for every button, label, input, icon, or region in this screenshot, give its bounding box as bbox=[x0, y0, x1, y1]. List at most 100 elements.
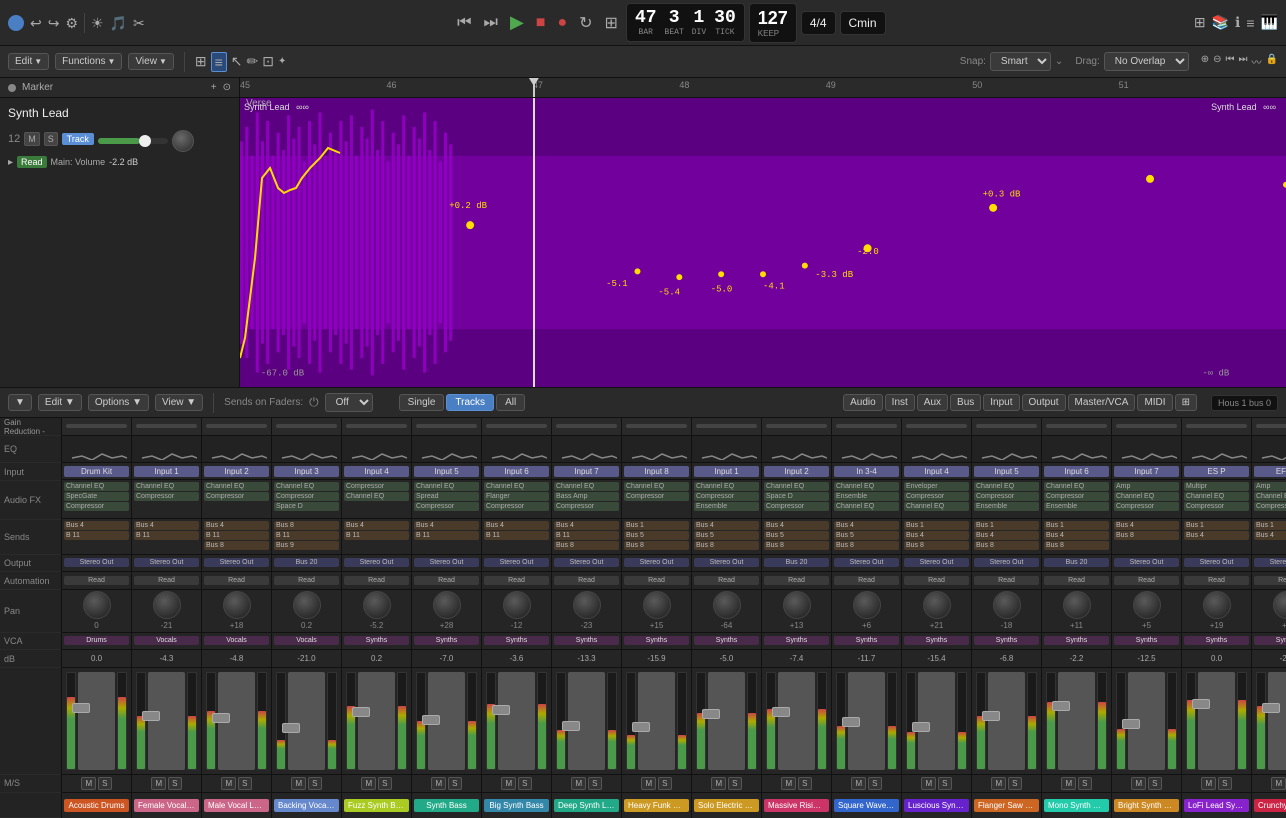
fx-5-1[interactable]: Spread bbox=[414, 492, 479, 501]
grid-icon[interactable]: ⊞ bbox=[195, 53, 207, 70]
fx-14-0[interactable]: Channel EQ bbox=[1044, 482, 1109, 491]
pan-knob-16[interactable] bbox=[1203, 591, 1231, 619]
gain-bar-3[interactable] bbox=[276, 424, 337, 428]
send-13-0[interactable]: Bus 1 bbox=[974, 521, 1039, 530]
pan-knob-17[interactable] bbox=[1273, 591, 1286, 619]
auto-badge-2[interactable]: Read bbox=[204, 576, 269, 585]
fx-16-2[interactable]: Compressor bbox=[1184, 502, 1249, 511]
send-0-0[interactable]: Bus 4 bbox=[64, 521, 129, 530]
gain-bar-9[interactable] bbox=[696, 424, 757, 428]
mute-btn-9[interactable]: M bbox=[711, 777, 726, 790]
send-14-1[interactable]: Bus 4 bbox=[1044, 531, 1109, 540]
send-6-0[interactable]: Bus 4 bbox=[484, 521, 549, 530]
eq-curve-5[interactable] bbox=[417, 438, 477, 460]
send-17-0[interactable]: Bus 1 bbox=[1254, 521, 1286, 530]
fader-thumb-16[interactable] bbox=[1192, 699, 1210, 709]
fx-6-2[interactable]: Compressor bbox=[484, 502, 549, 511]
fader-track[interactable] bbox=[98, 138, 168, 144]
output-badge-4[interactable]: Stereo Out bbox=[344, 558, 409, 567]
tracks-tab[interactable]: Tracks bbox=[446, 394, 494, 411]
fx-9-1[interactable]: Compressor bbox=[694, 492, 759, 501]
mute-btn-11[interactable]: M bbox=[851, 777, 866, 790]
gain-bar-7[interactable] bbox=[556, 424, 617, 428]
gain-bar-6[interactable] bbox=[486, 424, 547, 428]
fader-slider-13[interactable] bbox=[988, 672, 1025, 770]
output-badge-16[interactable]: Stereo Out bbox=[1184, 558, 1249, 567]
edit-menu-btn[interactable]: Edit ▼ bbox=[8, 53, 49, 70]
pan-knob-15[interactable] bbox=[1133, 591, 1161, 619]
track-type-btn[interactable]: Track bbox=[62, 133, 94, 145]
solo-btn-4[interactable]: S bbox=[378, 777, 391, 790]
output-badge-9[interactable]: Stereo Out bbox=[694, 558, 759, 567]
send-15-1[interactable]: Bus 8 bbox=[1114, 531, 1179, 540]
mute-btn-14[interactable]: M bbox=[1061, 777, 1076, 790]
auto-badge-15[interactable]: Read bbox=[1114, 576, 1179, 585]
fx-7-0[interactable]: Channel EQ bbox=[554, 482, 619, 491]
fx-6-0[interactable]: Channel EQ bbox=[484, 482, 549, 491]
fader-slider-7[interactable] bbox=[568, 672, 605, 770]
auto-badge-5[interactable]: Read bbox=[414, 576, 479, 585]
send-3-2[interactable]: Bus 9 bbox=[274, 541, 339, 550]
output-badge-7[interactable]: Stereo Out bbox=[554, 558, 619, 567]
send-6-1[interactable]: B 11 bbox=[484, 531, 549, 540]
fader-slider-10[interactable] bbox=[778, 672, 815, 770]
mixer-view-btn[interactable]: View ▼ bbox=[155, 394, 203, 411]
fx-13-1[interactable]: Compressor bbox=[974, 492, 1039, 501]
gain-bar-14[interactable] bbox=[1046, 424, 1107, 428]
fader-thumb-1[interactable] bbox=[142, 711, 160, 721]
vca-badge-13[interactable]: Synths bbox=[974, 636, 1039, 645]
pan-knob-1[interactable] bbox=[153, 591, 181, 619]
mixer-options-btn[interactable]: Options ▼ bbox=[88, 394, 149, 411]
auto-badge-12[interactable]: Read bbox=[904, 576, 969, 585]
eq-curve-9[interactable] bbox=[697, 438, 757, 460]
fader-thumb-5[interactable] bbox=[422, 715, 440, 725]
flex-icon[interactable]: ✦ bbox=[278, 56, 286, 67]
vca-badge-5[interactable]: Synths bbox=[414, 636, 479, 645]
input-badge-13[interactable]: Input 5 bbox=[974, 466, 1039, 477]
output-badge-14[interactable]: Bus 20 bbox=[1044, 558, 1109, 567]
auto-badge-17[interactable]: Read bbox=[1254, 576, 1286, 585]
gain-bar-8[interactable] bbox=[626, 424, 687, 428]
vca-badge-1[interactable]: Vocals bbox=[134, 636, 199, 645]
input-badge-10[interactable]: Input 2 bbox=[764, 466, 829, 477]
pan-knob-10[interactable] bbox=[783, 591, 811, 619]
eq-curve-3[interactable] bbox=[277, 438, 337, 460]
send-3-1[interactable]: B 11 bbox=[274, 531, 339, 540]
send-3-0[interactable]: Bus 8 bbox=[274, 521, 339, 530]
auto-badge-9[interactable]: Read bbox=[694, 576, 759, 585]
output-badge-3[interactable]: Bus 20 bbox=[274, 558, 339, 567]
fx-3-1[interactable]: Compressor bbox=[274, 492, 339, 501]
fader-slider-1[interactable] bbox=[148, 672, 185, 770]
mixer-collapse-btn[interactable]: ▼ bbox=[8, 394, 32, 411]
fx-4-1[interactable]: Channel EQ bbox=[344, 492, 409, 501]
input-badge-5[interactable]: Input 5 bbox=[414, 466, 479, 477]
send-8-0[interactable]: Bus 1 bbox=[624, 521, 689, 530]
grid-view-btn[interactable]: ⊞ bbox=[1175, 394, 1197, 411]
solo-btn-2[interactable]: S bbox=[238, 777, 251, 790]
output-badge-10[interactable]: Bus 20 bbox=[764, 558, 829, 567]
mute-btn-0[interactable]: M bbox=[81, 777, 96, 790]
fader-slider-14[interactable] bbox=[1058, 672, 1095, 770]
mute-btn-10[interactable]: M bbox=[781, 777, 796, 790]
fx-7-1[interactable]: Bass Amp bbox=[554, 492, 619, 501]
fx-5-2[interactable]: Compressor bbox=[414, 502, 479, 511]
sends-power-btn[interactable]: ⏻ bbox=[309, 395, 319, 410]
fx-15-2[interactable]: Compressor bbox=[1114, 502, 1179, 511]
fader-slider-4[interactable] bbox=[358, 672, 395, 770]
fx-17-1[interactable]: Channel EQ bbox=[1254, 492, 1286, 501]
fx-11-0[interactable]: Channel EQ bbox=[834, 482, 899, 491]
eq-curve-13[interactable] bbox=[977, 438, 1037, 460]
all-tab[interactable]: All bbox=[496, 394, 525, 411]
pan-knob-11[interactable] bbox=[853, 591, 881, 619]
output-badge-1[interactable]: Stereo Out bbox=[134, 558, 199, 567]
input-tab[interactable]: Input bbox=[983, 394, 1019, 411]
brightness-icon[interactable]: ☀ bbox=[91, 15, 104, 31]
send-9-0[interactable]: Bus 4 bbox=[694, 521, 759, 530]
fx-15-0[interactable]: Amp bbox=[1114, 482, 1179, 491]
fx-11-1[interactable]: Ensemble bbox=[834, 492, 899, 501]
fader-thumb-13[interactable] bbox=[982, 711, 1000, 721]
fx-16-0[interactable]: Multipr bbox=[1184, 482, 1249, 491]
revert-icon[interactable]: ↩ bbox=[30, 15, 42, 31]
eq-curve-7[interactable] bbox=[557, 438, 617, 460]
fader-slider-15[interactable] bbox=[1128, 672, 1165, 770]
